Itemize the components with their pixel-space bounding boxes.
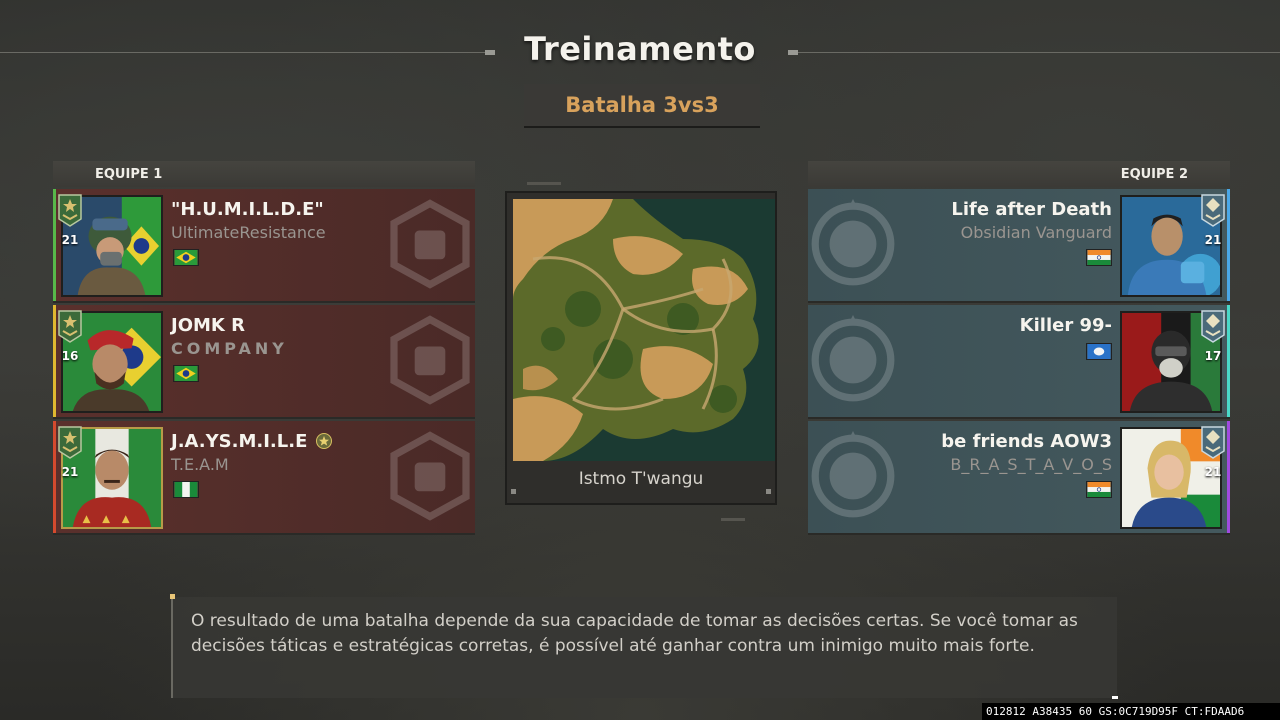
player-level: 21	[1204, 233, 1222, 247]
map-frame-accent	[721, 518, 745, 521]
team-color-edge	[53, 189, 56, 301]
fist-emblem-icon	[390, 431, 470, 521]
team-color-edge	[1227, 421, 1230, 533]
player-clan: T.E.A.M	[171, 455, 229, 474]
player-name: J.A.YS.M.I.L.E	[171, 431, 332, 452]
player-name: be friends AOW3	[941, 431, 1112, 452]
rank-insignia-icon	[58, 310, 82, 343]
team2-player-card[interactable]: 17 Killer 99-	[808, 305, 1230, 419]
player-level: 21	[61, 465, 79, 479]
team-color-edge	[1227, 189, 1230, 301]
player-name: Killer 99-	[1019, 315, 1112, 336]
debug-overlay: 012812 A38435 60 GS:0C719D95F CT:FDAAD6	[982, 703, 1280, 720]
globe-emblem-icon	[811, 431, 895, 518]
player-name: Life after Death	[951, 199, 1112, 220]
team1-player-card[interactable]: 21 "H.U.M.I.L.D.E" UltimateResistance	[53, 189, 475, 303]
player-level: 21	[1204, 465, 1222, 479]
player-name: "H.U.M.I.L.D.E"	[171, 199, 324, 220]
team2-header: EQUIPE 2	[808, 161, 1230, 187]
header-divider-left	[0, 52, 485, 53]
player-clan: Obsidian Vanguard	[960, 223, 1112, 242]
fist-emblem-icon	[390, 315, 470, 405]
rank-insignia-icon	[1201, 194, 1225, 227]
map-preview-panel[interactable]: Istmo T'wangu	[505, 191, 777, 505]
brazil-flag-icon	[173, 365, 199, 382]
tip-text: O resultado de uma batalha depende da su…	[191, 611, 1078, 656]
header-divider-right	[795, 52, 1280, 53]
player-name: JOMK R	[171, 315, 245, 336]
rank-insignia-icon	[1201, 310, 1225, 343]
team2-player-card[interactable]: 21 be friends AOW3 B_R_A_S_T_A_V_O_S	[808, 421, 1230, 535]
fist-emblem-icon	[390, 199, 470, 289]
india-flag-icon	[1086, 249, 1112, 266]
india-flag-icon	[1086, 481, 1112, 498]
header-divider-tick	[485, 50, 495, 55]
team2-player-card[interactable]: 21 Life after Death Obsidian Vanguard	[808, 189, 1230, 303]
tip-corner-marker	[170, 594, 175, 599]
team1-label: EQUIPE 1	[95, 166, 163, 182]
player-level: 16	[61, 349, 79, 363]
team-color-edge	[53, 421, 56, 533]
globe-emblem-icon	[811, 315, 895, 402]
page-title: Treinamento	[524, 30, 756, 68]
map-frame-accent	[527, 182, 561, 185]
panel-corner	[766, 489, 771, 494]
player-clan: COMPANY	[171, 339, 288, 358]
text-cursor	[1112, 696, 1118, 699]
panel-corner	[511, 489, 516, 494]
team-color-edge	[1227, 305, 1230, 417]
player-clan: B_R_A_S_T_A_V_O_S	[950, 455, 1112, 474]
globe-emblem-icon	[811, 199, 895, 286]
player-clan: UltimateResistance	[171, 223, 326, 242]
header-divider-tick	[788, 50, 798, 55]
team1-player-card[interactable]: 16 JOMK R COMPANY	[53, 305, 475, 419]
brazil-flag-icon	[173, 249, 199, 266]
tip-panel: O resultado de uma batalha depende da su…	[170, 594, 1117, 698]
rank-insignia-icon	[58, 426, 82, 459]
battle-mode-label: Batalha 3vs3	[524, 84, 760, 128]
rank-insignia-icon	[1201, 426, 1225, 459]
nigeria-flag-icon	[173, 481, 199, 498]
star-badge-icon	[315, 433, 332, 449]
map-name: Istmo T'wangu	[578, 469, 704, 489]
rank-insignia-icon	[58, 194, 82, 227]
map-thumbnail	[513, 199, 775, 461]
antarctica-flag-icon	[1086, 343, 1112, 360]
player-level: 17	[1204, 349, 1222, 363]
team1-player-card[interactable]: 21 J.A.YS.M.I.L.E T.E.A.M	[53, 421, 475, 535]
team2-label: EQUIPE 2	[1120, 166, 1188, 182]
player-name-text: J.A.YS.M.I.L.E	[171, 431, 308, 452]
team1-header: EQUIPE 1	[53, 161, 475, 187]
team-color-edge	[53, 305, 56, 417]
player-level: 21	[61, 233, 79, 247]
